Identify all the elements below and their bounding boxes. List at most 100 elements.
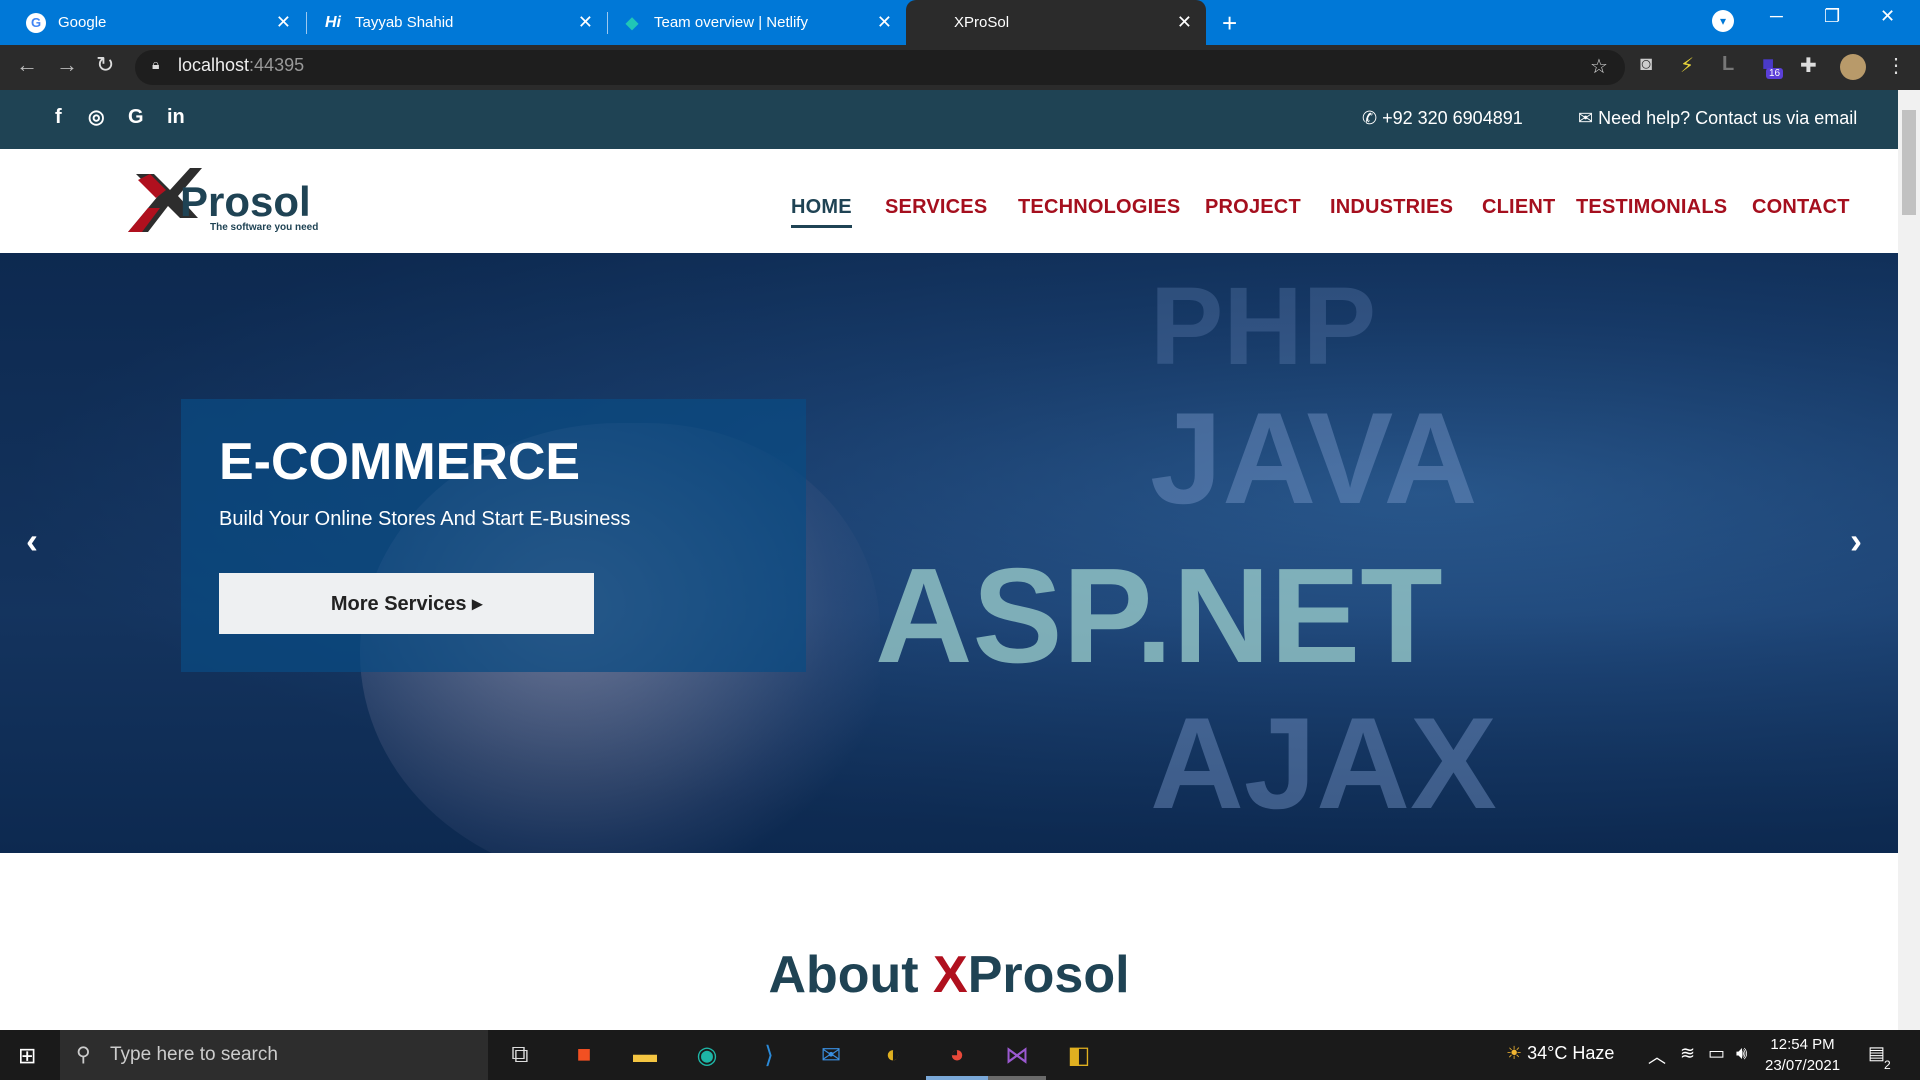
tab-search-icon[interactable]: ▾	[1712, 10, 1734, 32]
tab-xprosol[interactable]: XProSol ✕	[906, 0, 1206, 45]
nav-services[interactable]: SERVICES	[885, 196, 987, 219]
instagram-icon[interactable]: ◎	[88, 106, 105, 129]
about-suffix: Prosol	[967, 946, 1130, 1004]
reload-icon[interactable]: ↻	[96, 52, 114, 78]
bookmark-star-icon[interactable]: ☆	[1590, 54, 1608, 79]
vscode-icon[interactable]: ⟩	[752, 1038, 786, 1072]
profile-avatar[interactable]	[1840, 54, 1866, 80]
new-tab-button[interactable]: +	[1222, 8, 1237, 39]
dev-tool-icon[interactable]: ◧	[1062, 1038, 1096, 1072]
close-icon[interactable]: ✕	[1177, 12, 1192, 33]
chrome-icon[interactable]: ◕	[940, 1038, 974, 1072]
chrome-active-indicator	[926, 1076, 988, 1080]
linkedin-icon[interactable]: in	[167, 106, 185, 129]
vs-open-indicator	[988, 1076, 1046, 1080]
facebook-icon[interactable]: f	[55, 106, 62, 129]
tab-google[interactable]: G Google ✕	[0, 0, 305, 45]
menu-dots-icon[interactable]: ⋮	[1886, 53, 1906, 78]
logo-tagline: The software you need	[210, 222, 319, 233]
nav-project[interactable]: PROJECT	[1205, 196, 1301, 219]
volume-icon[interactable]: 🔊︎	[1736, 1043, 1747, 1064]
close-window-button[interactable]: ✕	[1880, 6, 1895, 27]
about-prefix: About	[768, 946, 934, 1004]
weather-text: 34°C Haze	[1527, 1043, 1615, 1063]
notification-icon[interactable]: ▤	[1868, 1043, 1885, 1064]
l-extension-icon[interactable]: L	[1722, 53, 1734, 76]
close-icon[interactable]: ✕	[877, 12, 892, 33]
close-icon[interactable]: ✕	[578, 12, 593, 33]
search-icon: ⚲	[76, 1044, 91, 1066]
google-icon: G	[26, 12, 46, 33]
hi-icon: Hi	[325, 13, 341, 31]
url-port: :44395	[249, 55, 305, 75]
snail-app-icon[interactable]: ◐	[876, 1038, 910, 1072]
back-icon[interactable]: ←	[16, 52, 38, 78]
battery-icon[interactable]: ▭	[1708, 1043, 1725, 1064]
envelope-icon: ✉	[1578, 108, 1599, 128]
carousel-next-icon[interactable]: ›	[1850, 520, 1862, 562]
bg-word-aspnet: ASP.NET	[875, 540, 1443, 691]
lock-icon[interactable]: 🔒︎	[152, 56, 159, 73]
url-host: localhost	[178, 55, 250, 75]
camera-extension-icon[interactable]: ◙	[1640, 53, 1652, 76]
bg-word-ajax: AJAX	[1150, 690, 1497, 836]
hero-subtitle: Build Your Online Stores And Start E-Bus…	[219, 508, 631, 530]
puzzle-extensions-icon[interactable]: ✚	[1800, 53, 1817, 78]
weather-widget[interactable]: ☀ 34°C Haze	[1506, 1043, 1614, 1064]
minimize-button[interactable]: ─	[1770, 6, 1783, 27]
edge-icon[interactable]: ◉	[690, 1038, 724, 1072]
visual-studio-icon[interactable]: ⋈	[1000, 1038, 1034, 1072]
close-icon[interactable]: ✕	[276, 12, 291, 33]
windows-start-icon[interactable]: ⊞	[18, 1043, 36, 1069]
bg-word-php: PHP	[1150, 265, 1377, 388]
forward-icon[interactable]: →	[56, 52, 78, 78]
tab-title: Team overview | Netlify	[654, 14, 808, 31]
email-contact[interactable]: ✉ Need help? Contact us via email	[1578, 108, 1857, 129]
tab-title: XProSol	[954, 14, 1010, 31]
carousel-prev-icon[interactable]: ‹	[26, 520, 38, 562]
logo-text: Prosol	[180, 178, 311, 225]
scrollbar-thumb[interactable]	[1902, 110, 1916, 215]
search-placeholder: Type here to search	[110, 1044, 278, 1065]
phone-icon: ✆	[1362, 108, 1383, 128]
tab-title: Tayyab Shahid	[355, 14, 454, 31]
notification-count: 2	[1884, 1058, 1891, 1072]
nav-testimonials[interactable]: TESTIMONIALS	[1576, 196, 1727, 219]
task-view-icon[interactable]: ⧉	[503, 1038, 537, 1072]
weather-icon: ☀	[1506, 1043, 1528, 1063]
xprosol-logo[interactable]: Prosol The software you need	[128, 166, 338, 236]
about-x: X	[933, 946, 968, 1004]
url-text[interactable]: localhost:44395	[178, 55, 304, 76]
about-heading: About XProsol	[0, 945, 1898, 1005]
omnibox[interactable]	[135, 50, 1625, 85]
nav-contact[interactable]: CONTACT	[1752, 196, 1850, 219]
page-scrollbar[interactable]	[1898, 90, 1920, 1030]
mail-icon[interactable]: ✉	[814, 1038, 848, 1072]
file-explorer-icon[interactable]: ▬	[628, 1038, 662, 1072]
taskbar-clock[interactable]: 12:54 PM 23/07/2021	[1765, 1034, 1840, 1076]
more-services-button[interactable]: More Services ▸	[219, 573, 594, 634]
netlify-icon: ◆	[625, 14, 639, 32]
tab-tayyab[interactable]: Hi Tayyab Shahid ✕	[307, 0, 607, 45]
clock-date: 23/07/2021	[1765, 1057, 1841, 1074]
phone-number: +92 320 6904891	[1382, 108, 1523, 128]
store-icon[interactable]: ■	[567, 1038, 601, 1072]
extension-badge: 16	[1766, 68, 1784, 79]
hero-title: E-COMMERCE	[219, 433, 581, 491]
email-text: Need help? Contact us via email	[1598, 108, 1858, 128]
tab-netlify[interactable]: ◆ Team overview | Netlify ✕	[608, 0, 906, 45]
restore-button[interactable]: ❐	[1824, 6, 1840, 27]
nav-technologies[interactable]: TECHNOLOGIES	[1018, 196, 1180, 219]
nav-home[interactable]: HOME	[791, 196, 852, 228]
clock-time: 12:54 PM	[1770, 1036, 1835, 1053]
bg-word-java: JAVA	[1150, 385, 1478, 531]
phone-contact[interactable]: ✆ +92 320 6904891	[1362, 108, 1523, 129]
tray-chevron-icon[interactable]: ︿	[1648, 1043, 1666, 1069]
google-icon[interactable]: G	[128, 106, 144, 129]
nav-client[interactable]: CLIENT	[1482, 196, 1555, 219]
wifi-icon[interactable]: ≋	[1680, 1043, 1695, 1064]
tab-title: Google	[58, 14, 107, 31]
nav-industries[interactable]: INDUSTRIES	[1330, 196, 1453, 219]
lightning-extension-icon[interactable]: ⚡︎	[1680, 53, 1694, 78]
xprosol-favicon	[922, 13, 942, 33]
